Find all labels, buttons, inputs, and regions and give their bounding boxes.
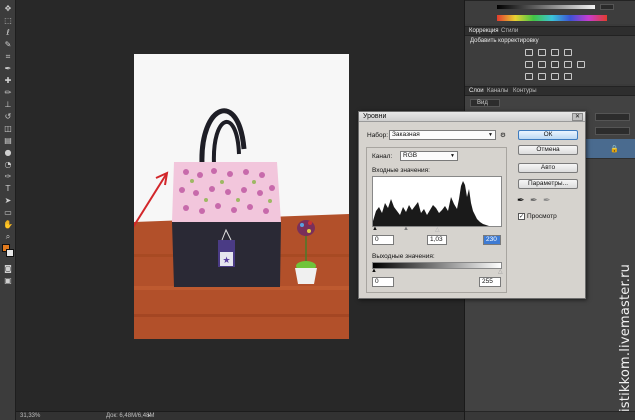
cancel-button[interactable]: Отмена bbox=[518, 145, 578, 155]
output-levels-label: Выходные значения: bbox=[372, 253, 435, 260]
preview-checkbox[interactable]: ✓ bbox=[518, 213, 525, 220]
quick-mask-icon[interactable]: ◙ bbox=[3, 264, 13, 273]
lock-icon: 🔒 bbox=[610, 145, 619, 153]
layers-tabbar: Слои Каналы Контуры bbox=[465, 87, 635, 96]
preset-select[interactable]: Заказная ▼ bbox=[389, 130, 496, 140]
preset-label: Набор: bbox=[367, 132, 389, 139]
input-levels-label: Входные значения: bbox=[372, 167, 430, 174]
color-slider[interactable] bbox=[497, 5, 595, 9]
preview-label: Просмотр bbox=[527, 213, 557, 220]
bag-photo: ★ bbox=[134, 54, 349, 339]
levels-icon[interactable] bbox=[538, 49, 546, 56]
tab-adjustments[interactable]: Коррекция bbox=[469, 28, 499, 34]
tab-styles[interactable]: Стили bbox=[501, 28, 518, 34]
eyedropper-icon[interactable]: ✒ bbox=[3, 64, 13, 73]
auto-button[interactable]: Авто bbox=[518, 163, 578, 173]
input-white-field[interactable]: 230 bbox=[483, 235, 501, 245]
gray-eyedropper-icon[interactable]: ✒ bbox=[530, 196, 538, 206]
hue-saturation-icon[interactable] bbox=[538, 61, 546, 68]
healing-icon[interactable]: ✚ bbox=[3, 76, 13, 85]
channel-value: RGB bbox=[403, 152, 418, 159]
quick-select-icon[interactable]: ✎ bbox=[3, 40, 13, 49]
zoom-level[interactable]: 31,33% bbox=[20, 412, 40, 420]
zoom-icon[interactable]: ⌕ bbox=[3, 232, 13, 241]
black-white-icon[interactable] bbox=[564, 61, 572, 68]
output-white-field[interactable]: 255 bbox=[479, 277, 501, 287]
gradient-icon[interactable]: ▤ bbox=[3, 136, 13, 145]
screen-mode-icon[interactable]: ▣ bbox=[3, 276, 13, 285]
svg-text:★: ★ bbox=[222, 256, 230, 266]
layer-filter-select[interactable]: Вид bbox=[470, 99, 500, 107]
ok-button[interactable]: ОК bbox=[518, 130, 578, 140]
input-gamma-slider[interactable]: ▲ bbox=[403, 226, 409, 232]
chevron-down-icon: ▼ bbox=[488, 132, 493, 138]
curves-icon[interactable] bbox=[551, 49, 559, 56]
brightness-contrast-icon[interactable] bbox=[525, 49, 533, 56]
adjustments-panel: Коррекция Стили Добавить корректировку bbox=[465, 26, 635, 84]
black-eyedropper-icon[interactable]: ✒ bbox=[517, 196, 525, 206]
photo-filter-icon[interactable] bbox=[577, 61, 585, 68]
watermark: istikkom.livemaster.ru bbox=[618, 263, 633, 412]
dodge-icon[interactable]: ◔ bbox=[3, 160, 13, 169]
histogram bbox=[372, 176, 502, 227]
exposure-icon[interactable] bbox=[564, 49, 572, 56]
preset-value: Заказная bbox=[392, 131, 420, 138]
fill-field[interactable] bbox=[595, 127, 630, 135]
output-black-field[interactable]: 0 bbox=[372, 277, 394, 287]
input-white-slider[interactable]: △ bbox=[435, 226, 440, 233]
status-menu-arrow-icon[interactable]: ▸ bbox=[148, 412, 151, 420]
tab-layers[interactable]: Слои bbox=[469, 88, 484, 94]
type-icon[interactable]: T bbox=[3, 184, 13, 193]
tab-paths[interactable]: Контуры bbox=[513, 88, 537, 94]
vibrance-icon[interactable] bbox=[525, 61, 533, 68]
document-image: ★ bbox=[134, 54, 349, 339]
adjustments-tabbar: Коррекция Стили bbox=[465, 27, 635, 36]
options-button[interactable]: Параметры... bbox=[518, 179, 578, 189]
move-icon[interactable]: ✥ bbox=[3, 4, 13, 13]
brush-icon[interactable]: ✏ bbox=[3, 88, 13, 97]
opacity-field[interactable] bbox=[595, 113, 630, 121]
histogram-graph bbox=[373, 181, 489, 226]
tab-channels[interactable]: Каналы bbox=[487, 88, 508, 94]
dialog-title: Уровни bbox=[359, 112, 585, 122]
blur-icon[interactable]: ● bbox=[3, 148, 13, 157]
channel-select[interactable]: RGB ▼ bbox=[400, 151, 458, 161]
threshold-icon[interactable] bbox=[551, 73, 559, 80]
stamp-icon[interactable]: ⊥ bbox=[3, 100, 13, 109]
channel-label: Канал: bbox=[372, 153, 393, 160]
input-black-field[interactable]: 0 bbox=[372, 235, 394, 245]
input-black-slider[interactable]: ▲ bbox=[372, 226, 378, 232]
eraser-icon[interactable]: ◫ bbox=[3, 124, 13, 133]
input-gamma-field[interactable]: 1,03 bbox=[427, 235, 447, 245]
color-balance-icon[interactable] bbox=[551, 61, 559, 68]
background-color-swatch[interactable] bbox=[6, 249, 14, 257]
history-brush-icon[interactable]: ↺ bbox=[3, 112, 13, 121]
color-panel bbox=[465, 0, 635, 24]
color-value-field[interactable] bbox=[600, 4, 614, 10]
pen-icon[interactable]: ✑ bbox=[3, 172, 13, 181]
posterize-icon[interactable] bbox=[538, 73, 546, 80]
output-white-slider[interactable]: △ bbox=[498, 268, 503, 275]
invert-icon[interactable] bbox=[525, 73, 533, 80]
preset-options-icon[interactable]: ⚙ bbox=[500, 131, 506, 139]
lasso-icon[interactable]: ℓ bbox=[3, 28, 13, 37]
levels-dialog: Уровни ✕ Набор: Заказная ▼ ⚙ Канал: RGB … bbox=[358, 111, 586, 299]
crop-icon[interactable]: ⌗ bbox=[3, 52, 13, 61]
hand-icon[interactable]: ✋ bbox=[3, 220, 13, 229]
status-bar: 31,33% Док: 6,48M/6,48M ▸ bbox=[16, 411, 464, 420]
marquee-icon[interactable]: ⬚ bbox=[3, 16, 13, 25]
white-eyedropper-icon[interactable]: ✒ bbox=[543, 196, 551, 206]
color-ramp[interactable] bbox=[497, 15, 607, 21]
tools-panel: ✥ ⬚ ℓ ✎ ⌗ ✒ ✚ ✏ ⊥ ↺ ◫ ▤ ● ◔ ✑ T ➤ ▭ ✋ ⌕ … bbox=[0, 0, 16, 420]
output-black-slider[interactable]: ▲ bbox=[371, 268, 377, 274]
output-gradient bbox=[372, 262, 502, 269]
chevron-down-icon: ▼ bbox=[450, 153, 455, 159]
gradient-map-icon[interactable] bbox=[564, 73, 572, 80]
shape-icon[interactable]: ▭ bbox=[3, 208, 13, 217]
path-select-icon[interactable]: ➤ bbox=[3, 196, 13, 205]
close-icon[interactable]: ✕ bbox=[572, 113, 583, 121]
adjustments-title: Добавить корректировку bbox=[470, 38, 539, 44]
layers-footer bbox=[465, 411, 635, 420]
